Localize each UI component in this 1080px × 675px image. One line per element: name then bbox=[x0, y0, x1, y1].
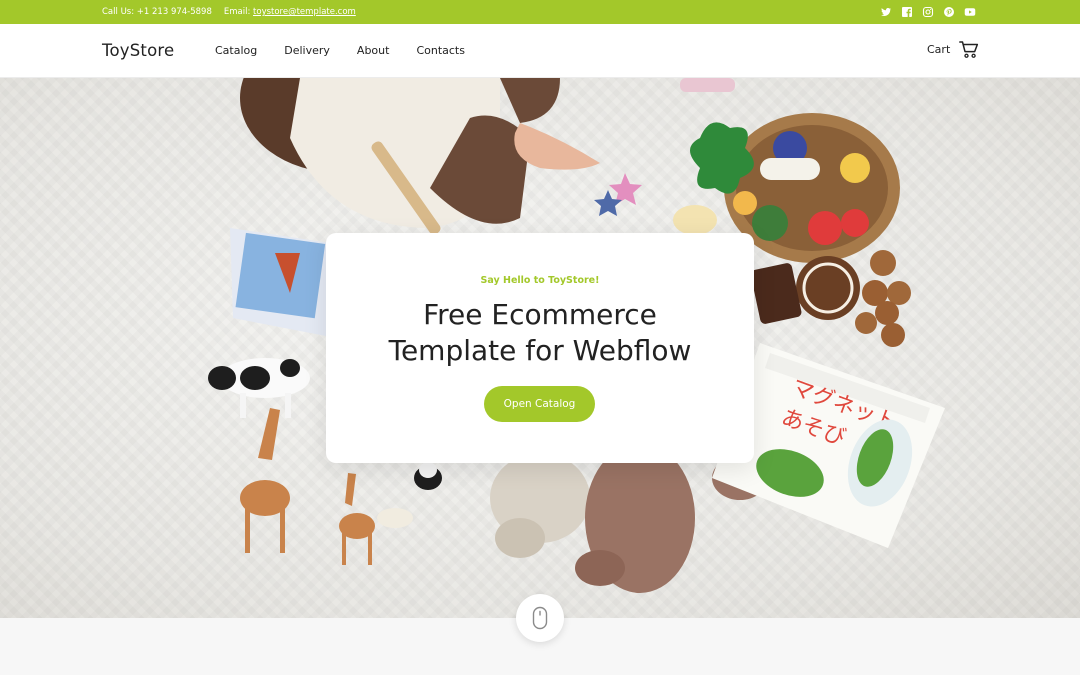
cart-label: Cart bbox=[927, 43, 951, 56]
hero-headline-line2: Template for Webflow bbox=[388, 334, 692, 367]
hero-headline-line1: Free Ecommerce bbox=[423, 298, 657, 331]
youtube-icon[interactable] bbox=[964, 6, 976, 18]
nav-item-about[interactable]: About bbox=[357, 44, 390, 57]
nav-menu: Catalog Delivery About Contacts bbox=[215, 44, 465, 57]
hero-card: Say Hello to ToyStore! Free Ecommerce Te… bbox=[326, 233, 754, 463]
email-label: Email: bbox=[223, 7, 254, 17]
hero-headline: Free Ecommerce Template for Webflow bbox=[326, 297, 754, 369]
cart-icon bbox=[959, 41, 979, 58]
hero-kicker: Say Hello to ToyStore! bbox=[480, 275, 600, 286]
instagram-icon[interactable] bbox=[922, 6, 934, 18]
main-navigation: ToyStore Catalog Delivery About Contacts… bbox=[0, 24, 1080, 78]
email-info: Email: toystore@template.com bbox=[224, 7, 356, 17]
contact-info: Call Us: +1 213 974-5898 Email: toystore… bbox=[102, 7, 356, 17]
hero-section: マグネット あそび Say Hello to ToyStore! Free Ec… bbox=[0, 78, 1080, 618]
mouse-icon bbox=[532, 606, 548, 630]
facebook-icon[interactable] bbox=[901, 6, 913, 18]
social-links bbox=[880, 6, 976, 18]
top-bar: Call Us: +1 213 974-5898 Email: toystore… bbox=[0, 0, 1080, 24]
open-catalog-button[interactable]: Open Catalog bbox=[484, 386, 595, 422]
site-logo[interactable]: ToyStore bbox=[102, 41, 174, 60]
email-link[interactable]: toystore@template.com bbox=[253, 7, 356, 17]
twitter-icon[interactable] bbox=[880, 6, 892, 18]
nav-item-delivery[interactable]: Delivery bbox=[284, 44, 330, 57]
pinterest-icon[interactable] bbox=[943, 6, 955, 18]
phone-text: Call Us: +1 213 974-5898 bbox=[102, 7, 212, 17]
nav-item-catalog[interactable]: Catalog bbox=[215, 44, 257, 57]
scroll-down-button[interactable] bbox=[516, 594, 564, 642]
cart-button[interactable]: Cart bbox=[927, 40, 979, 59]
nav-item-contacts[interactable]: Contacts bbox=[416, 44, 465, 57]
